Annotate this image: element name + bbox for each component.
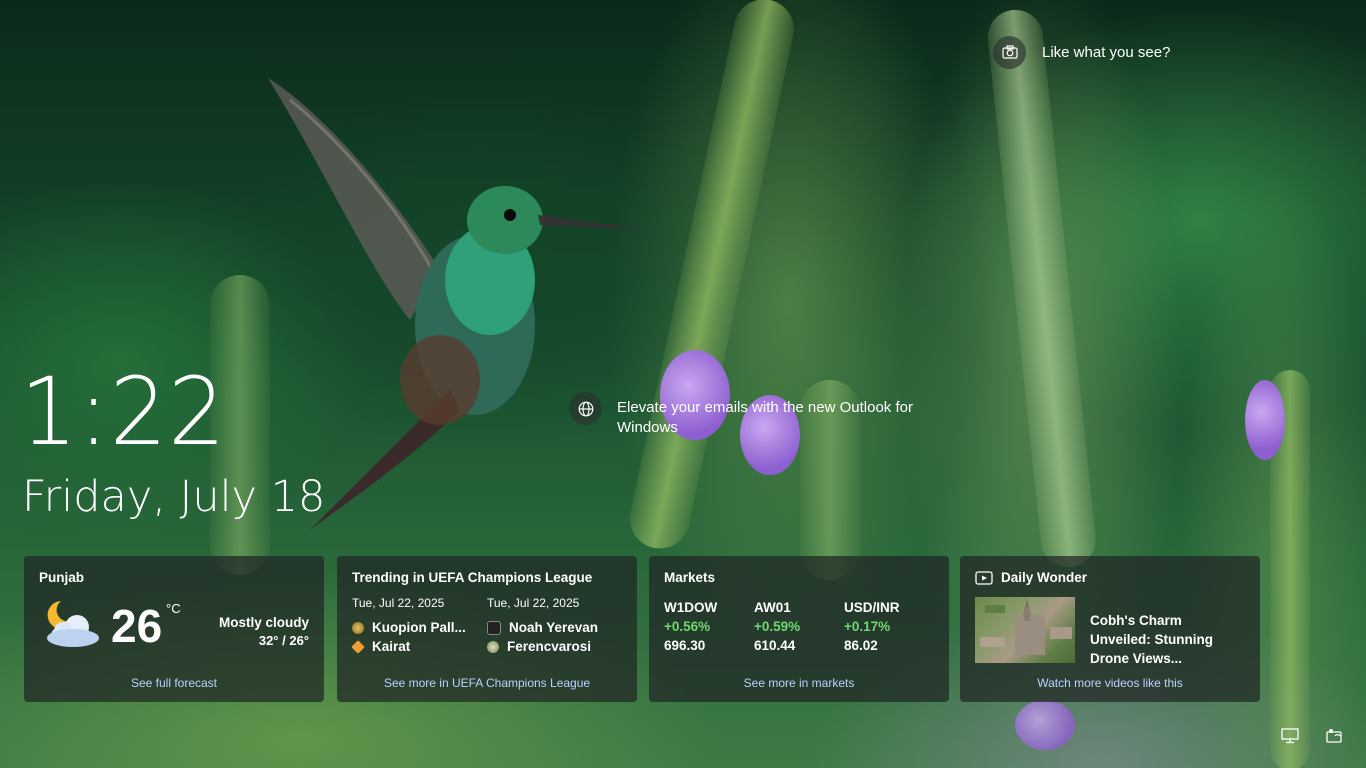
- video-title[interactable]: Cobh's Charm Unveiled: Stunning Drone Vi…: [1090, 611, 1245, 668]
- wallpaper-flower: [1245, 380, 1285, 460]
- ticker-change: +0.59%: [754, 619, 801, 634]
- trending-title: Trending in UEFA Champions League: [352, 570, 593, 585]
- clock-time: 1:22: [20, 358, 227, 467]
- weather-forecast-link[interactable]: See full forecast: [24, 676, 324, 690]
- weather-range: 32° / 26°: [258, 633, 309, 648]
- promo-hotspot[interactable]: Elevate your emails with the new Outlook…: [569, 392, 917, 438]
- video-thumbnail[interactable]: [975, 597, 1075, 663]
- markets-title: Markets: [664, 570, 716, 585]
- partly-cloudy-night-icon: [47, 601, 99, 647]
- ticker-item[interactable]: AW01 +0.59% 610.44: [754, 598, 844, 655]
- wallpaper-stem: [985, 7, 1099, 570]
- weather-card[interactable]: Punjab 26 °C Mostly cloudy 32° / 26° See…: [24, 556, 324, 702]
- network-icon[interactable]: [1281, 727, 1299, 745]
- team-name: Ferencvarosi: [507, 639, 592, 654]
- team-name: Kairat: [372, 639, 411, 654]
- weather-unit: °C: [166, 601, 181, 616]
- markets-more-link[interactable]: See more in markets: [649, 676, 949, 690]
- lock-screen: Like what you see? Elevate your emails w…: [0, 0, 1366, 768]
- promo-text[interactable]: Elevate your emails with the new Outlook…: [617, 398, 917, 438]
- ticker-item[interactable]: W1DOW +0.56% 696.30: [664, 598, 754, 655]
- ticker-item[interactable]: USD/INR +0.17% 86.02: [844, 598, 934, 655]
- match-team: Kairat: [351, 637, 487, 656]
- wallpaper-flower: [1015, 700, 1075, 750]
- daily-wonder-more-link[interactable]: Watch more videos like this: [960, 676, 1260, 690]
- ticker-price: 86.02: [844, 638, 878, 653]
- team-logo-icon: [487, 620, 501, 635]
- trending-more-link[interactable]: See more in UEFA Champions League: [337, 676, 637, 690]
- match-team: Noah Yerevan: [487, 618, 622, 637]
- weather-location: Punjab: [39, 570, 85, 585]
- match-team: Ferencvarosi: [487, 637, 622, 656]
- match-item[interactable]: Tue, Jul 22, 2025 Kuopion Pall... Kairat: [351, 596, 487, 656]
- weather-temperature: 26: [111, 600, 163, 652]
- ticker-price: 696.30: [664, 638, 706, 653]
- ticker-change: +0.17%: [844, 619, 891, 634]
- clock-date: Friday, July 18: [22, 472, 326, 522]
- daily-wonder-card[interactable]: Daily Wonder Cobh's Charm Unveiled: Stun…: [960, 556, 1260, 702]
- team-logo-icon: [351, 639, 365, 654]
- spotlight-prompt[interactable]: Like what you see?: [993, 35, 1170, 69]
- match-team: Kuopion Pall...: [352, 618, 487, 637]
- hummingbird-image: [268, 78, 650, 530]
- team-logo-icon: [352, 621, 364, 634]
- globe-icon[interactable]: [569, 392, 602, 425]
- video-icon: [975, 570, 993, 585]
- ticker-symbol: AW01: [754, 600, 791, 615]
- team-name: Noah Yerevan: [509, 620, 599, 635]
- camera-icon[interactable]: [993, 35, 1026, 69]
- ticker-price: 610.44: [754, 638, 796, 653]
- weather-condition: Mostly cloudy: [218, 615, 309, 630]
- accessibility-icon[interactable]: [1325, 727, 1343, 745]
- ticker-change: +0.56%: [664, 619, 711, 634]
- team-name: Kuopion Pall...: [372, 620, 466, 635]
- ticker-symbol: W1DOW: [664, 600, 718, 615]
- match-date: Tue, Jul 22, 2025: [352, 596, 445, 610]
- markets-card[interactable]: Markets W1DOW +0.56% 696.30 AW01 +0.59% …: [649, 556, 949, 702]
- match-date: Tue, Jul 22, 2025: [487, 596, 580, 610]
- ticker-symbol: USD/INR: [844, 600, 900, 615]
- match-item[interactable]: Tue, Jul 22, 2025 Noah Yerevan Ferencvar…: [487, 596, 622, 656]
- daily-wonder-title: Daily Wonder: [1001, 570, 1088, 585]
- spotlight-label[interactable]: Like what you see?: [1042, 44, 1170, 61]
- trending-card[interactable]: Trending in UEFA Champions League Tue, J…: [337, 556, 637, 702]
- team-logo-icon: [487, 640, 499, 653]
